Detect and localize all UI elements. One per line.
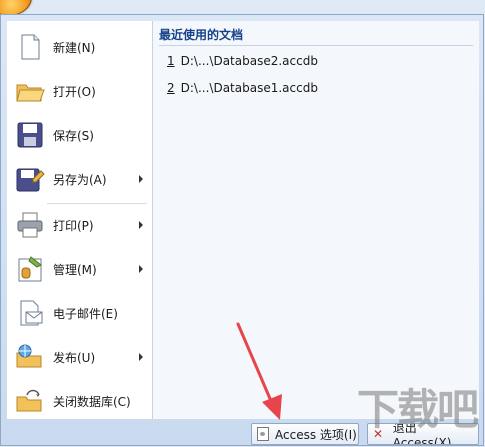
manage-icon — [15, 255, 45, 283]
recent-file-item[interactable]: 2 D:\...\Database1.accdb — [167, 81, 318, 95]
recent-documents-title: 最近使用的文档 — [159, 28, 244, 42]
menu-item-new[interactable]: 新建(N) — [7, 27, 152, 67]
recent-file-path: D:\...\Database2.accdb — [180, 54, 318, 68]
save-as-icon — [15, 165, 45, 193]
submenu-arrow-icon — [139, 221, 143, 229]
save-disk-icon — [15, 121, 45, 149]
email-icon — [15, 299, 45, 327]
submenu-arrow-icon — [139, 353, 143, 361]
menu-item-email[interactable]: 电子邮件(E) — [7, 293, 152, 333]
menu-item-label: 打开(O) — [53, 84, 96, 99]
menu-item-label: 打印(P) — [53, 218, 94, 233]
menu-item-close-database[interactable]: 关闭数据库(C) — [7, 381, 152, 421]
access-options-label: Access 选项(I) — [275, 427, 357, 442]
access-options-button[interactable]: Access 选项(I) — [251, 423, 359, 445]
annotation-arrow — [236, 322, 282, 420]
recent-title-divider — [159, 45, 473, 46]
recent-file-number: 1 — [167, 54, 175, 68]
menu-item-print[interactable]: 打印(P) — [7, 205, 152, 245]
open-folder-icon — [15, 77, 45, 105]
menu-commands-pane: 新建(N) 打开(O) 保存(S) 另存为(A) 打印(P) 管理(M) 电子邮… — [7, 21, 153, 419]
menu-item-label: 关闭数据库(C) — [53, 394, 131, 409]
menu-item-label: 电子邮件(E) — [53, 306, 118, 321]
menu-item-save-as[interactable]: 另存为(A) — [7, 159, 152, 199]
menu-item-label: 另存为(A) — [53, 172, 107, 187]
recent-file-path: D:\...\Database1.accdb — [180, 81, 318, 95]
submenu-arrow-icon — [139, 265, 143, 273]
menu-item-save[interactable]: 保存(S) — [7, 115, 152, 155]
recent-file-number: 2 — [167, 81, 175, 95]
close-database-icon — [15, 387, 45, 415]
publish-icon — [15, 343, 45, 371]
options-icon — [257, 427, 269, 441]
menu-item-label: 新建(N) — [53, 40, 96, 55]
menu-item-label: 发布(U) — [53, 350, 96, 365]
printer-icon — [15, 211, 45, 239]
watermark-logo: 下载吧 — [356, 385, 479, 434]
menu-item-manage[interactable]: 管理(M) — [7, 249, 152, 289]
recent-file-item[interactable]: 1 D:\...\Database2.accdb — [167, 54, 318, 68]
menu-item-label: 保存(S) — [53, 128, 94, 143]
menu-separator — [47, 203, 147, 204]
recent-documents-pane: 最近使用的文档 1 D:\...\Database2.accdb 2 D:\...\… — [153, 21, 479, 419]
submenu-arrow-icon — [139, 175, 143, 183]
menu-item-publish[interactable]: 发布(U) — [7, 337, 152, 377]
menu-item-open[interactable]: 打开(O) — [7, 71, 152, 111]
new-document-icon — [15, 33, 45, 61]
menu-item-label: 管理(M) — [53, 262, 97, 277]
